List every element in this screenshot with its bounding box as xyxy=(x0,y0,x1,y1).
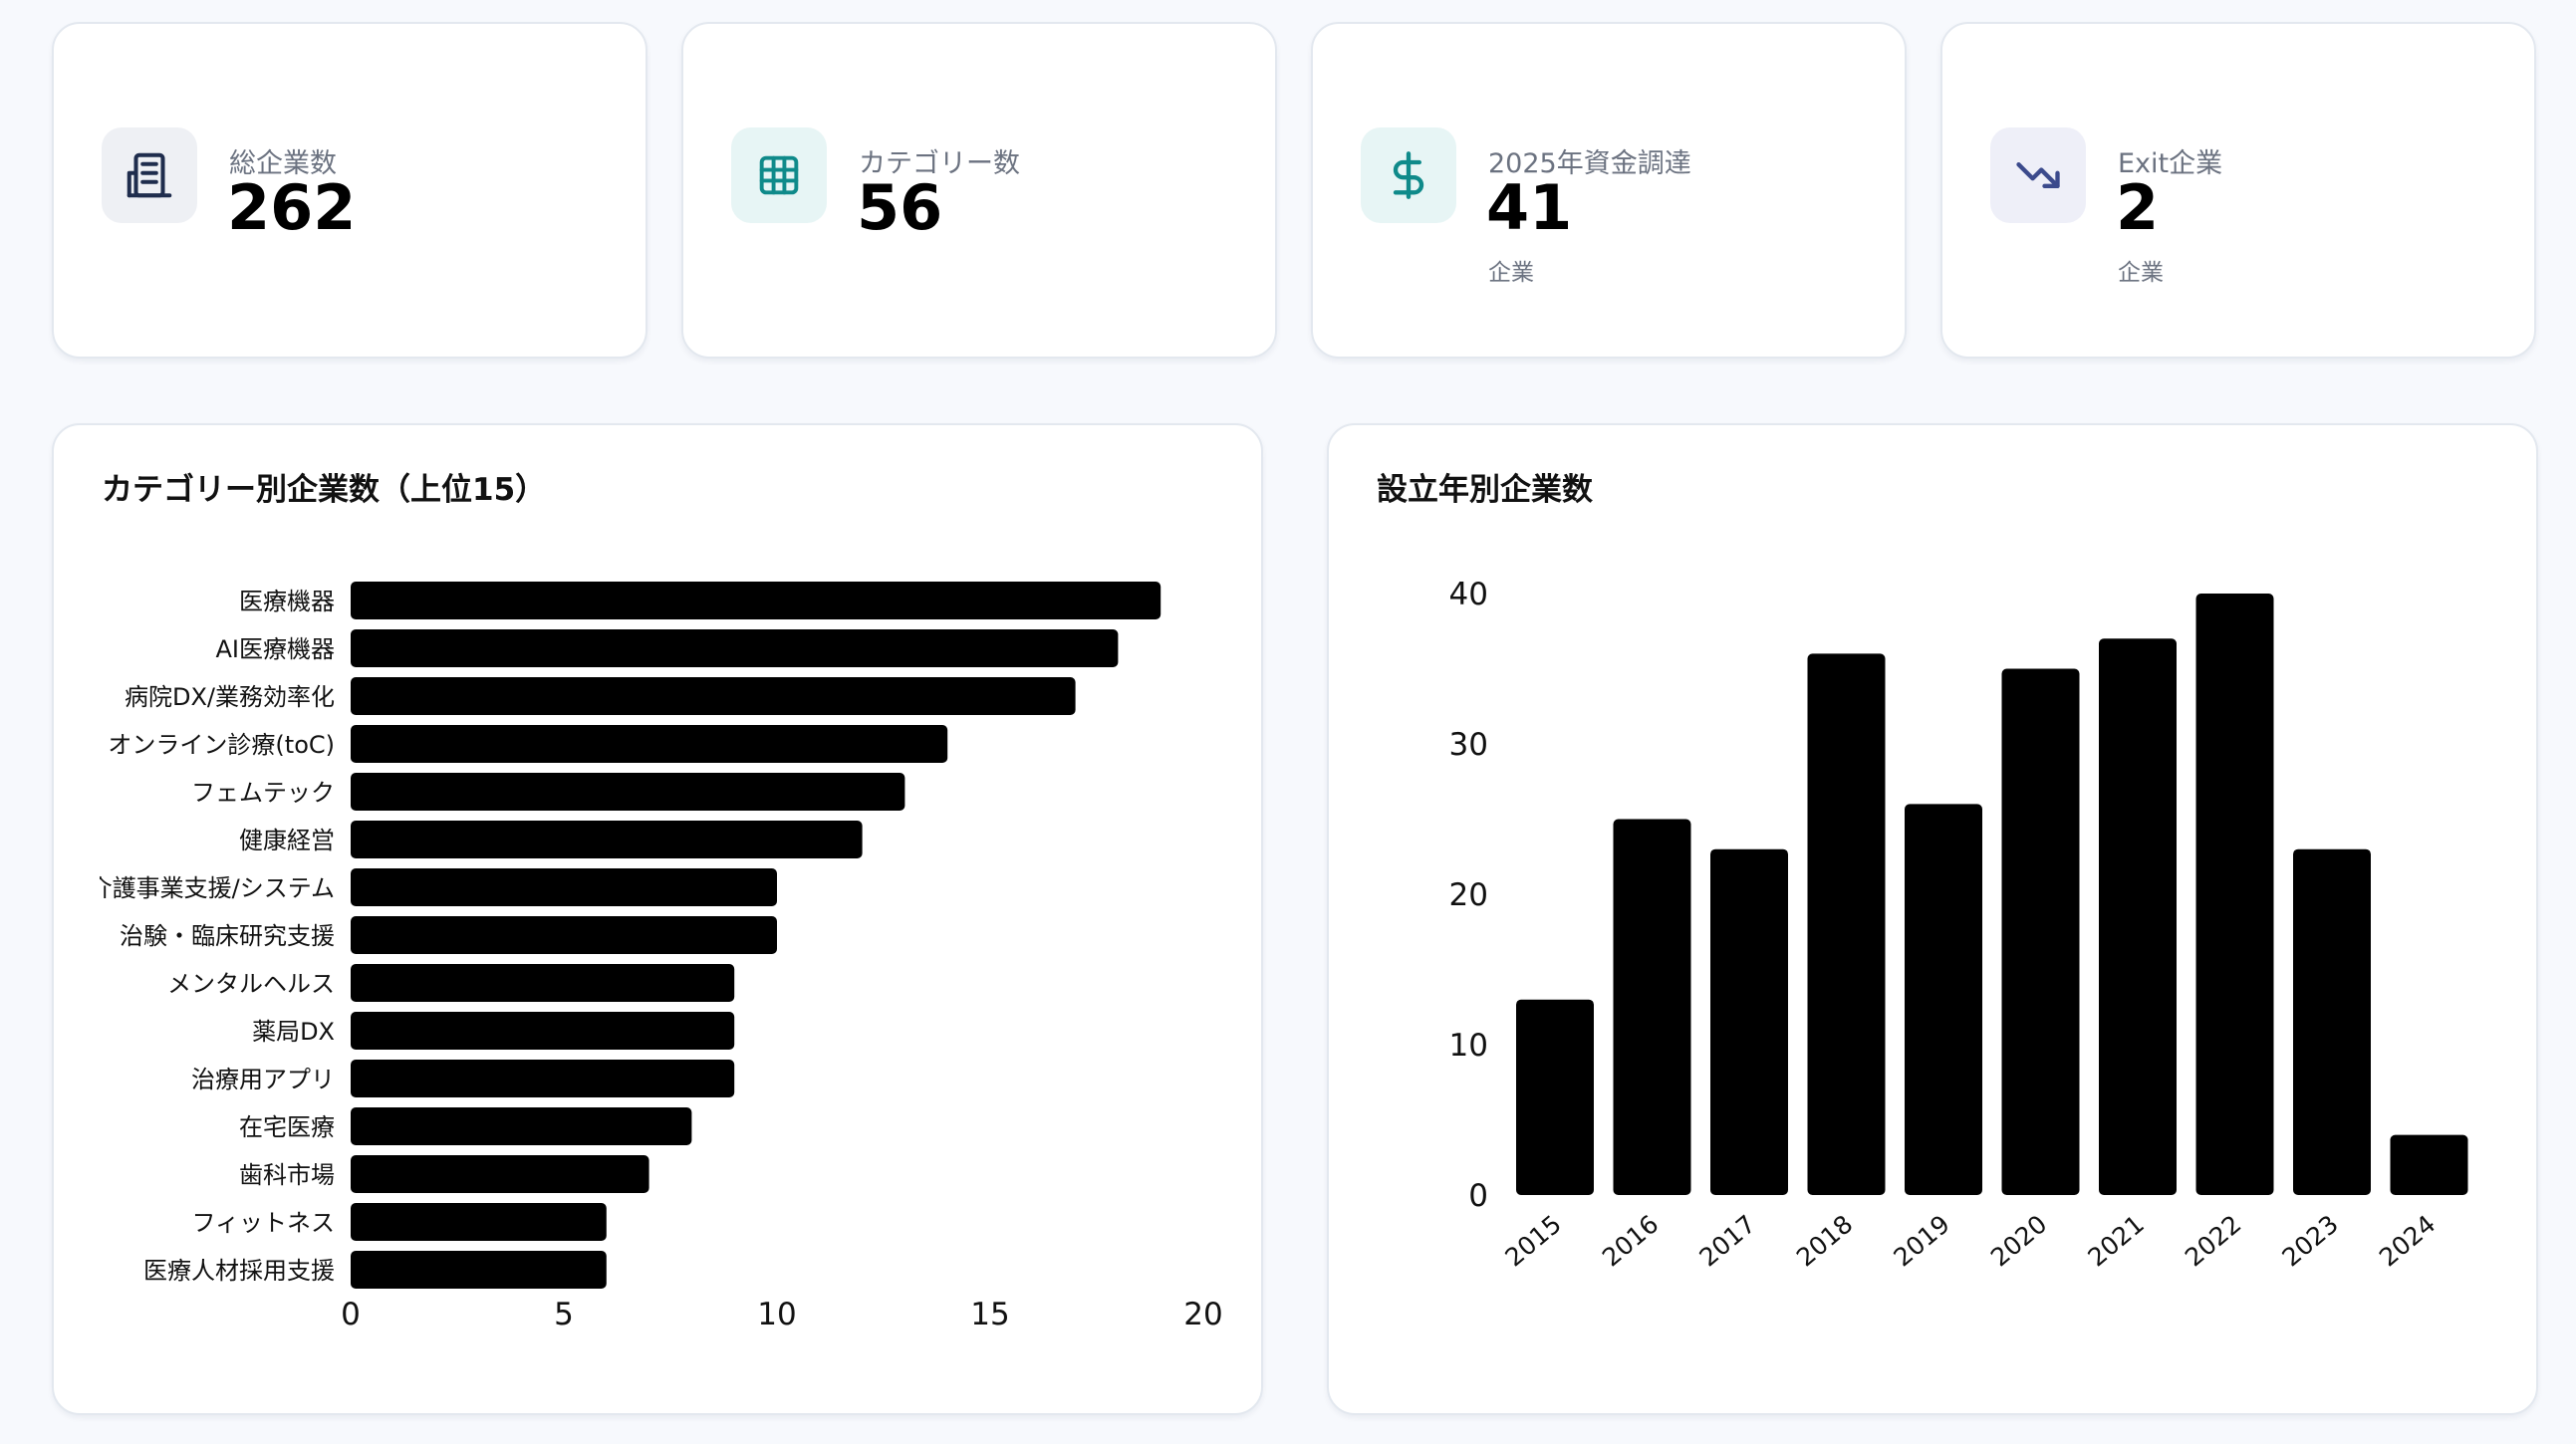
category-bar xyxy=(351,1012,735,1050)
stat-card-exit: Exit企業 2 企業 xyxy=(1940,22,2536,359)
year-bar xyxy=(1807,653,1886,1195)
stat-card-categories: カテゴリー数 56 xyxy=(681,22,1277,359)
year-label: 2016 xyxy=(1597,1209,1664,1272)
year-label: 2017 xyxy=(1693,1209,1760,1272)
stat-card-total-companies: 総企業数 262 xyxy=(52,22,647,359)
category-label: 健康経営 xyxy=(239,827,335,854)
year-bar xyxy=(2293,848,2371,1195)
category-label: 医療機器 xyxy=(239,588,335,615)
category-label: 介護事業支援/システム xyxy=(100,874,335,902)
category-bar xyxy=(351,916,777,954)
stat-value: 41 xyxy=(1486,171,1573,244)
category-label: フィットネス xyxy=(191,1209,335,1237)
category-label: 治療用アプリ xyxy=(191,1066,335,1093)
category-label: 歯科市場 xyxy=(239,1161,335,1189)
year-label: 2021 xyxy=(2082,1209,2149,1272)
y-tick-label: 40 xyxy=(1449,577,1488,612)
x-tick-label: 15 xyxy=(970,1297,1009,1332)
category-label: メンタルヘルス xyxy=(167,970,335,998)
category-bar xyxy=(351,677,1076,715)
category-label: オンライン診療(toC) xyxy=(108,731,335,759)
category-bar xyxy=(351,1251,607,1289)
category-bar xyxy=(351,821,863,858)
category-bar xyxy=(351,629,1119,667)
year-bar xyxy=(2390,1134,2468,1195)
year-label: 2024 xyxy=(2374,1209,2441,1272)
building-icon xyxy=(102,127,197,223)
dollar-icon xyxy=(1361,127,1456,223)
category-bar xyxy=(351,964,735,1002)
category-label: 治験・臨床研究支援 xyxy=(120,922,335,950)
year-label: 2022 xyxy=(2180,1209,2246,1272)
category-bar xyxy=(351,1203,607,1241)
category-chart-title: カテゴリー別企業数（上位15） xyxy=(102,472,547,508)
category-label: AI医療機器 xyxy=(216,635,336,663)
year-bar xyxy=(1613,819,1691,1195)
x-tick-label: 0 xyxy=(341,1297,361,1332)
year-label: 2019 xyxy=(1888,1209,1954,1272)
category-bar xyxy=(351,725,948,763)
category-label: 病院DX/業務効率化 xyxy=(125,683,335,711)
stat-unit: 企業 xyxy=(1488,260,1534,286)
x-tick-label: 5 xyxy=(554,1297,574,1332)
year-bar xyxy=(2001,668,2080,1195)
year-label: 2015 xyxy=(1499,1209,1566,1272)
category-label: 在宅医療 xyxy=(239,1113,335,1141)
category-label: フェムテック xyxy=(191,779,335,807)
year-bar xyxy=(2099,638,2177,1195)
x-tick-label: 10 xyxy=(757,1297,796,1332)
category-bar-chart: 医療機器 AI医療機器病院DX/業務効率化オンライン診療(toC) フェムテック健康… xyxy=(100,582,1223,1332)
grid-icon xyxy=(731,127,827,223)
year-label: 2018 xyxy=(1791,1209,1858,1272)
year-bar xyxy=(1905,804,1982,1195)
category-bar xyxy=(351,868,777,906)
stat-value: 56 xyxy=(857,171,943,244)
year-bar xyxy=(1516,999,1594,1195)
year-bar xyxy=(2195,594,2274,1195)
category-label: 薬局DX xyxy=(252,1018,335,1046)
x-tick-label: 20 xyxy=(1183,1297,1222,1332)
y-tick-label: 20 xyxy=(1449,877,1488,913)
y-tick-label: 30 xyxy=(1449,727,1488,763)
category-bar xyxy=(351,582,1161,619)
year-label: 2020 xyxy=(1985,1209,2052,1272)
category-bar xyxy=(351,1155,649,1193)
category-bar xyxy=(351,1107,692,1145)
category-bar xyxy=(351,773,905,811)
stat-unit: 企業 xyxy=(2118,260,2164,286)
year-bar xyxy=(1710,848,1788,1195)
category-bar xyxy=(351,1060,735,1097)
trending-down-icon xyxy=(1990,127,2086,223)
stat-card-funding-2025: 2025年資金調達 41 企業 xyxy=(1311,22,1907,359)
category-label: 医療人材採用支援 xyxy=(143,1257,335,1285)
stat-value: 262 xyxy=(227,171,357,244)
stat-value: 2 xyxy=(2116,171,2160,244)
y-tick-label: 10 xyxy=(1449,1028,1488,1064)
founding-year-bar-chart: 0 10 20 30 40 2015 2016 2017 2018 2019 2020 2021 202… xyxy=(1449,577,2468,1272)
founding-year-chart-title: 設立年別企業数 xyxy=(1377,472,1593,508)
y-tick-label: 0 xyxy=(1468,1178,1488,1214)
year-label: 2023 xyxy=(2276,1209,2343,1272)
